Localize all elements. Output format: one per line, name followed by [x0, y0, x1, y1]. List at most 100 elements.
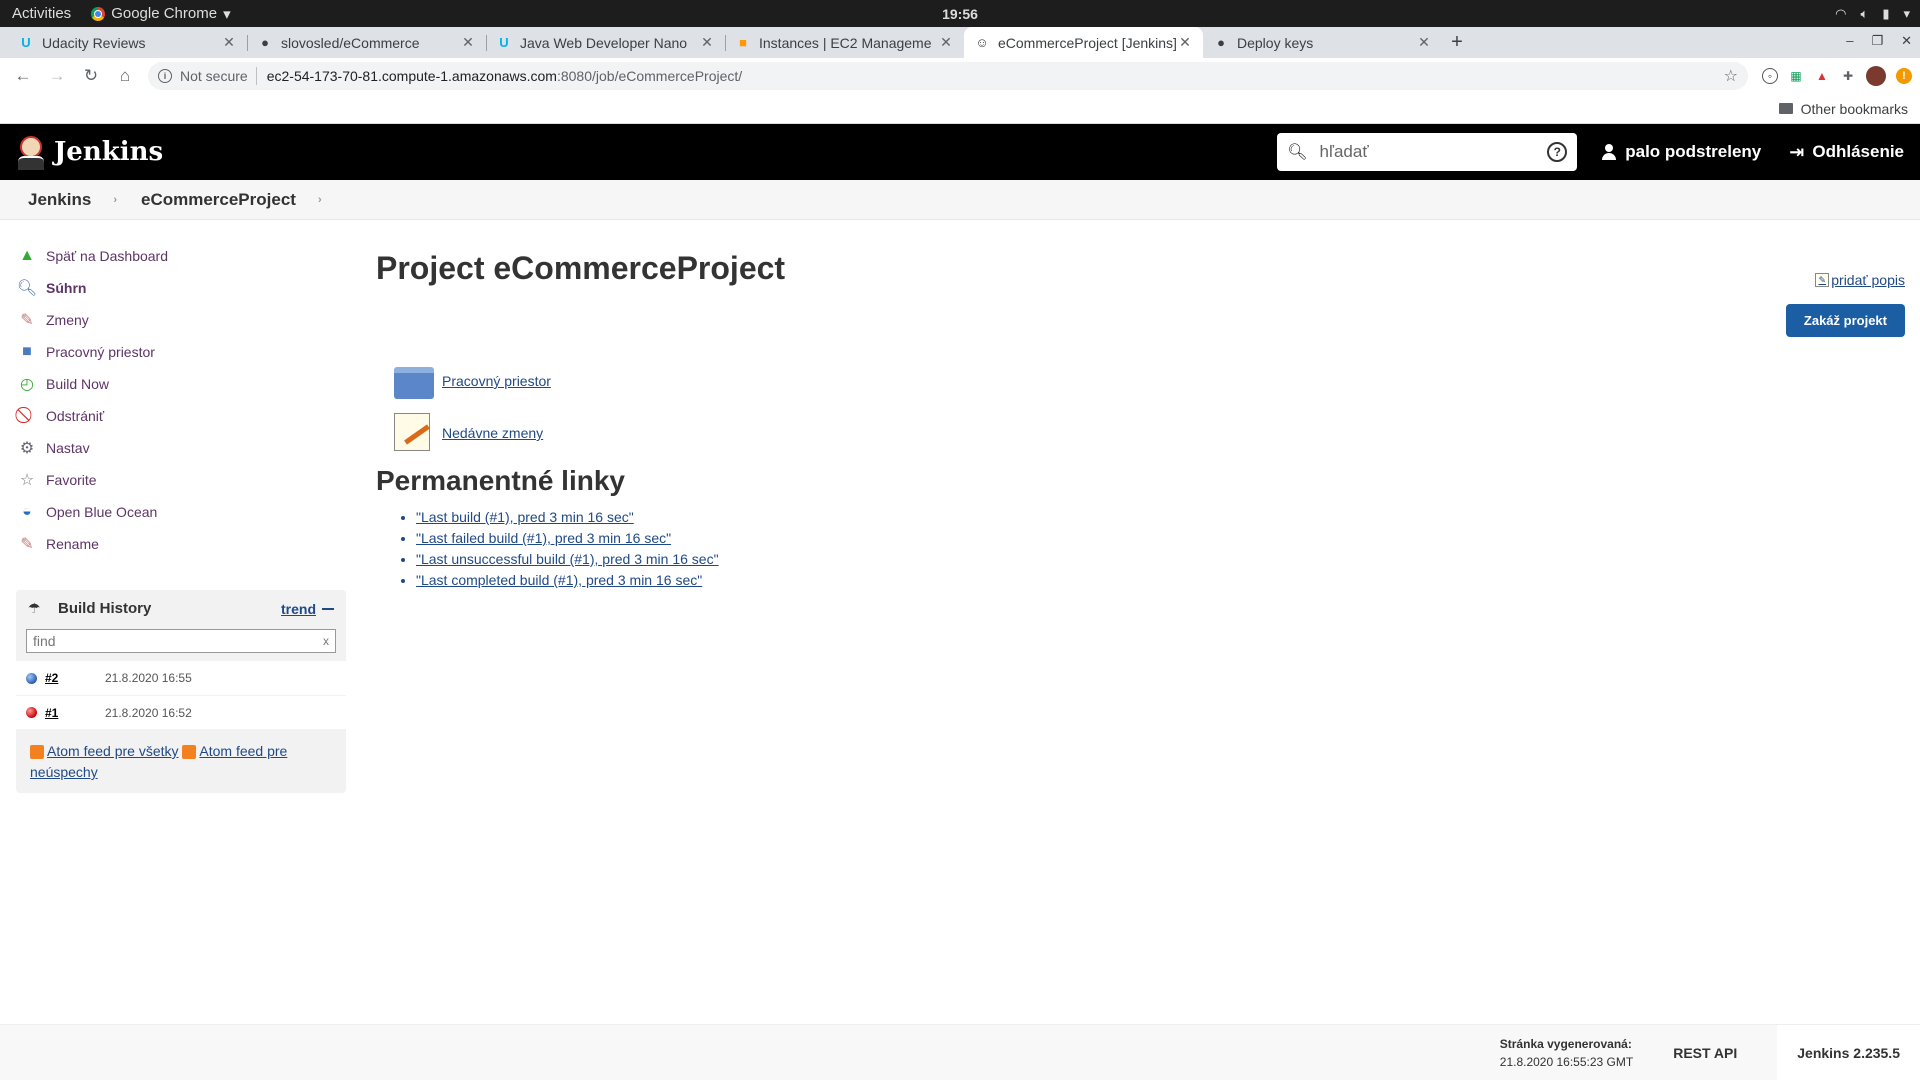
workspace-link[interactable]: Pracovný priestor: [442, 373, 551, 389]
logout-link[interactable]: ⇥ Odhlásenie: [1789, 142, 1904, 163]
system-clock[interactable]: 19:56: [942, 6, 978, 22]
close-window-icon[interactable]: ✕: [1901, 33, 1912, 49]
project-links: Pracovný priestor Nedávne zmeny: [394, 355, 1920, 459]
permalink-last-failed[interactable]: "Last failed build (#1), pred 3 min 16 s…: [416, 530, 671, 546]
star-icon: ☆: [19, 472, 35, 489]
bookmark-star-icon[interactable]: ☆: [1724, 66, 1738, 86]
jenkins-version-link[interactable]: Jenkins 2.235.5: [1777, 1024, 1920, 1081]
permalink-last-unsuccessful[interactable]: "Last unsuccessful build (#1), pred 3 mi…: [416, 551, 719, 567]
forward-button[interactable]: →: [42, 61, 72, 91]
build-status-red-icon: [26, 707, 37, 718]
other-bookmarks[interactable]: Other bookmarks: [1801, 101, 1908, 117]
info-icon[interactable]: i: [158, 69, 172, 83]
close-icon[interactable]: ✕: [1416, 34, 1432, 51]
extension-red-icon[interactable]: ▲: [1814, 68, 1830, 84]
permalink-last-completed[interactable]: "Last completed build (#1), pred 3 min 1…: [416, 572, 702, 588]
sheets-extension-icon[interactable]: ▦: [1788, 68, 1804, 84]
task-rename[interactable]: ✎ Rename: [16, 528, 344, 560]
github-icon: ●: [1217, 35, 1225, 50]
home-button[interactable]: ⌂: [110, 61, 140, 91]
permalink-last-build[interactable]: "Last build (#1), pred 3 min 16 sec": [416, 509, 634, 525]
breadcrumb-jenkins[interactable]: Jenkins: [28, 190, 91, 210]
task-delete[interactable]: ⃠ Odstrániť: [16, 400, 344, 432]
browser-tab[interactable]: ■ Instances | EC2 Manageme ✕: [725, 27, 964, 58]
chevron-right-icon[interactable]: ›: [318, 194, 322, 206]
clock-icon: ◴: [20, 376, 34, 393]
list-item: "Last completed build (#1), pred 3 min 1…: [416, 572, 1920, 593]
tab-title: Instances | EC2 Manageme: [759, 34, 932, 51]
minimize-icon[interactable]: –: [1846, 33, 1853, 49]
feed-all-link[interactable]: Atom feed pre všetky: [47, 743, 179, 759]
generated-info: Stránka vygenerovaná: 21.8.2020 16:55:23…: [1500, 1035, 1633, 1071]
puzzle-icon[interactable]: ✚: [1840, 68, 1856, 84]
close-icon[interactable]: ✕: [460, 34, 476, 51]
notepad-icon: [394, 413, 436, 453]
breadcrumb-project[interactable]: eCommerceProject: [141, 190, 296, 210]
chrome-icon: [91, 6, 106, 21]
browser-tab-active[interactable]: ☺ eCommerceProject [Jenkins] ✕: [964, 27, 1203, 58]
recent-changes-link[interactable]: Nedávne zmeny: [442, 425, 543, 441]
task-label: Späť na Dashboard: [46, 248, 169, 264]
system-tray[interactable]: ◠ 🔈︎ ▮ ▾: [1835, 6, 1910, 22]
extension-icon[interactable]: ◦: [1762, 68, 1778, 84]
build-number-link[interactable]: #1: [45, 706, 105, 720]
build-number-link[interactable]: #2: [45, 671, 105, 685]
build-date[interactable]: 21.8.2020 16:55: [105, 671, 192, 685]
close-icon[interactable]: ✕: [221, 34, 237, 51]
help-icon[interactable]: ?: [1547, 142, 1568, 162]
task-build-now[interactable]: ◴ Build Now: [16, 368, 344, 400]
build-history-widget: ☂ Build History trend find x #2 21.8.202…: [16, 590, 346, 793]
back-button[interactable]: ←: [8, 61, 38, 91]
collapse-icon[interactable]: [322, 607, 334, 610]
search-input[interactable]: hľadať: [1320, 142, 1548, 162]
reload-button[interactable]: ↻: [76, 61, 106, 91]
build-date[interactable]: 21.8.2020 16:52: [105, 706, 192, 720]
search-box[interactable]: 🔍︎ hľadať ?: [1277, 133, 1578, 171]
rest-api-link[interactable]: REST API: [1673, 1045, 1737, 1061]
build-row[interactable]: #1 21.8.2020 16:52: [16, 695, 346, 729]
task-open-blue-ocean[interactable]: ◒ Open Blue Ocean: [16, 496, 344, 528]
chevron-right-icon[interactable]: ›: [113, 194, 117, 206]
task-favorite[interactable]: ☆ Favorite: [16, 464, 344, 496]
browser-toolbar: ← → ↻ ⌂ i Not secure ec2-54-173-70-81.co…: [0, 58, 1920, 94]
weather-icon: ☂: [28, 600, 41, 616]
task-changes[interactable]: ✎ Zmeny: [16, 304, 344, 336]
app-menu[interactable]: Google Chrome ▾: [83, 5, 238, 23]
task-configure[interactable]: ⚙ Nastav: [16, 432, 344, 464]
trend-link[interactable]: trend: [281, 601, 316, 617]
user-name: palo podstreleny: [1625, 142, 1762, 161]
close-icon[interactable]: ✕: [1177, 34, 1193, 51]
logout-icon: ⇥: [1789, 141, 1805, 162]
task-label: Súhrn: [46, 280, 87, 296]
address-bar[interactable]: i Not secure ec2-54-173-70-81.compute-1.…: [148, 62, 1748, 90]
close-icon[interactable]: ✕: [938, 34, 954, 51]
browser-tab[interactable]: ● slovosled/eCommerce ✕: [247, 27, 486, 58]
clear-filter-button[interactable]: x: [323, 634, 329, 648]
profile-avatar[interactable]: [1866, 66, 1886, 86]
task-workspace[interactable]: ■ Pracovný priestor: [16, 336, 344, 368]
browser-tab[interactable]: ● Deploy keys ✕: [1203, 27, 1442, 58]
add-description-link[interactable]: ✎ pridať popis: [1815, 272, 1905, 288]
task-label: Build Now: [46, 376, 110, 392]
build-history-header: ☂ Build History trend: [16, 590, 346, 627]
restore-icon[interactable]: ❐: [1871, 33, 1883, 49]
udacity-icon: U: [21, 35, 31, 50]
close-icon[interactable]: ✕: [699, 34, 715, 51]
update-warning-icon[interactable]: !: [1896, 68, 1912, 84]
task-back-to-dashboard[interactable]: ▲ Späť na Dashboard: [16, 240, 344, 272]
new-tab-button[interactable]: +: [1442, 27, 1472, 58]
build-filter-input[interactable]: find x: [26, 629, 336, 653]
jenkins-brand: Jenkins: [54, 137, 164, 167]
logout-label: Odhlásenie: [1812, 142, 1904, 161]
activities-button[interactable]: Activities: [0, 5, 83, 22]
disable-project-button[interactable]: Zakáž projekt: [1785, 304, 1905, 337]
task-summary[interactable]: 🔍︎ Súhrn: [16, 272, 344, 304]
url-host: ec2-54-173-70-81.compute-1.amazonaws.com: [266, 68, 557, 84]
jenkins-logo[interactable]: Jenkins: [16, 134, 163, 170]
build-status-blue-icon: [26, 672, 37, 684]
browser-tab[interactable]: U Java Web Developer Nano ✕: [486, 27, 725, 58]
aws-icon: ■: [739, 35, 747, 50]
user-link[interactable]: palo podstreleny: [1601, 142, 1761, 162]
browser-tab[interactable]: U Udacity Reviews ✕: [8, 27, 247, 58]
build-row[interactable]: #2 21.8.2020 16:55: [16, 661, 346, 695]
